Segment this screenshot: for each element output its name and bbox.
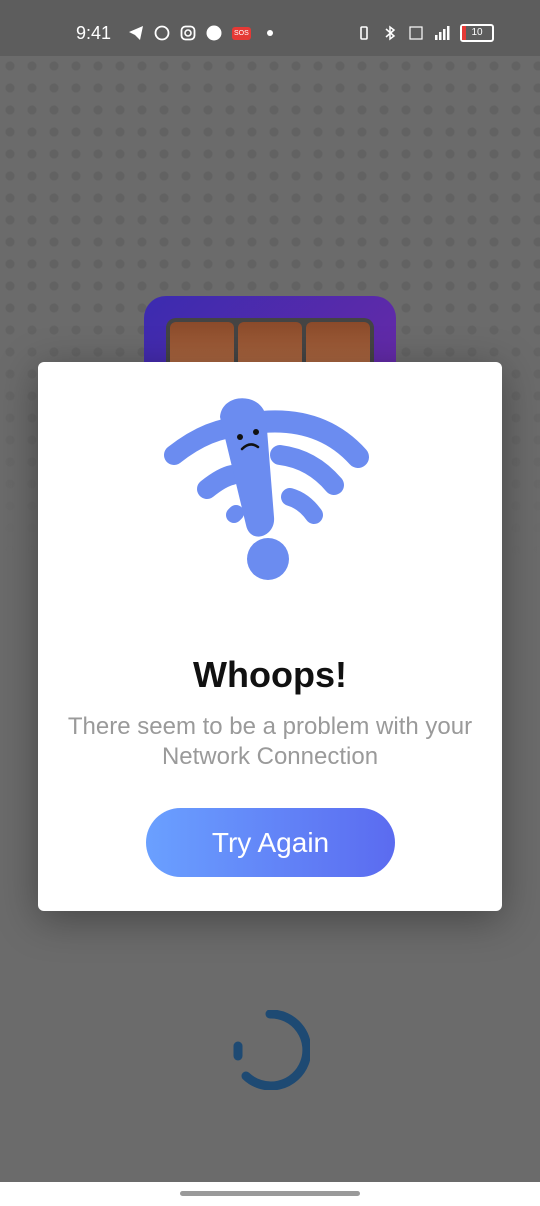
signal-icon	[435, 26, 450, 40]
battery-level: 10	[471, 27, 483, 38]
status-notification-icons: SOS	[128, 25, 273, 41]
phone-icon	[206, 25, 222, 41]
home-indicator[interactable]	[180, 1191, 360, 1196]
sos-icon: SOS	[232, 26, 251, 40]
instagram-icon	[180, 25, 196, 41]
volte-icon	[409, 26, 423, 40]
navigation-bar	[0, 1182, 540, 1206]
dialog-message: There seem to be a problem with your Net…	[67, 713, 473, 770]
no-wifi-exclamation-icon	[164, 398, 369, 580]
try-again-button[interactable]: Try Again	[146, 808, 395, 877]
status-system-icons: 10	[356, 24, 494, 42]
bluetooth-icon	[385, 25, 396, 41]
status-bar: 9:41 SOS 10	[0, 0, 540, 56]
vibrate-icon	[360, 26, 368, 40]
battery-fill	[462, 26, 466, 40]
whatsapp-icon	[154, 25, 170, 41]
network-error-dialog: Whoops! There seem to be a problem with …	[38, 362, 502, 911]
dialog-title: Whoops!	[193, 654, 347, 695]
notification-dot	[266, 30, 273, 36]
telegram-icon	[129, 26, 143, 40]
battery-icon: 10	[460, 24, 494, 42]
status-time: 9:41	[76, 23, 112, 43]
loading-spinner-icon	[233, 1010, 310, 1090]
